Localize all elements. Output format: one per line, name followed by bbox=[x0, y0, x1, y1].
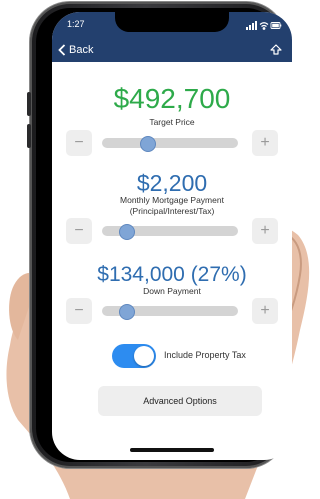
target-price-label: Target Price bbox=[149, 117, 195, 127]
monthly-payment-decrease-button[interactable]: − bbox=[66, 218, 92, 244]
share-icon[interactable] bbox=[270, 43, 282, 61]
target-price-value: $492,700 bbox=[113, 83, 231, 114]
property-tax-toggle[interactable] bbox=[112, 344, 156, 368]
target-price-slider-row: − + bbox=[66, 130, 278, 156]
down-payment-decrease-button[interactable]: − bbox=[66, 298, 92, 324]
back-label: Back bbox=[69, 44, 94, 56]
monthly-payment-label-line2: (Principal/Interest/Tax) bbox=[129, 206, 215, 216]
monthly-payment-increase-button[interactable]: + bbox=[252, 218, 278, 244]
target-price-slider[interactable] bbox=[102, 136, 238, 152]
wifi-icon bbox=[259, 22, 269, 30]
advanced-options-button[interactable]: Advanced Options bbox=[98, 386, 262, 416]
chevron-left-icon bbox=[58, 44, 66, 56]
monthly-payment-slider-thumb[interactable] bbox=[119, 224, 136, 240]
volume-up-button bbox=[27, 92, 31, 116]
down-payment-increase-button[interactable]: + bbox=[252, 298, 278, 324]
volume-down-button bbox=[27, 124, 31, 148]
down-payment-slider-thumb[interactable] bbox=[119, 304, 136, 320]
signal-icon bbox=[246, 21, 257, 30]
down-payment-label: Down Payment bbox=[143, 286, 201, 296]
property-tax-label: Include Property Tax bbox=[164, 350, 246, 360]
down-payment-slider-row: − + bbox=[66, 298, 278, 324]
monthly-payment-value: $2,200 bbox=[136, 170, 208, 196]
battery-icon bbox=[270, 22, 282, 29]
home-indicator bbox=[130, 448, 214, 452]
target-price-slider-thumb[interactable] bbox=[139, 136, 156, 152]
app-screen: 1:27 Back $492,700 Target Price − + $2,2… bbox=[52, 12, 292, 460]
nav-bar: 1:27 Back bbox=[52, 12, 292, 62]
monthly-payment-slider[interactable] bbox=[102, 224, 238, 240]
property-tax-row: Include Property Tax bbox=[52, 344, 292, 368]
back-button[interactable]: Back bbox=[58, 44, 93, 56]
monthly-payment-label-line1: Monthly Mortgage Payment bbox=[120, 195, 224, 205]
status-icons bbox=[246, 18, 282, 30]
down-payment-slider[interactable] bbox=[102, 304, 238, 320]
status-time: 1:27 bbox=[67, 19, 85, 29]
target-price-decrease-button[interactable]: − bbox=[66, 130, 92, 156]
target-price-increase-button[interactable]: + bbox=[252, 130, 278, 156]
notch bbox=[115, 12, 229, 32]
monthly-payment-slider-row: − + bbox=[66, 218, 278, 244]
toggle-knob bbox=[134, 346, 154, 366]
